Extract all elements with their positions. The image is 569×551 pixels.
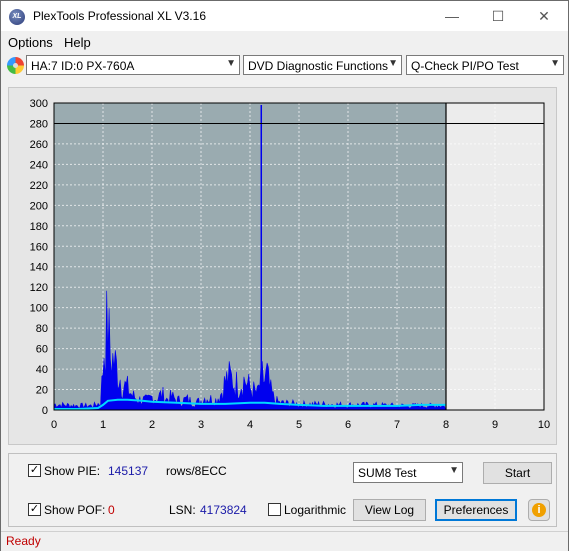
- drive-select-value: HA:7 ID:0 PX-760A: [31, 59, 135, 73]
- info-button[interactable]: i: [528, 499, 550, 521]
- y-tick-label: 0: [42, 405, 48, 417]
- disc-drive-icon: [7, 57, 24, 74]
- logarithmic-label: Logarithmic: [284, 503, 347, 517]
- x-tick-label: 6: [345, 419, 351, 431]
- test-select[interactable]: Q-Check PI/PO Test ▼: [406, 55, 564, 75]
- x-tick-label: 10: [538, 419, 550, 431]
- chart-panel: 0 20 40 60 80 100 120 140 160 180 200 220 240 260 280 3…: [8, 87, 557, 445]
- y-tick-label: 180: [30, 221, 48, 233]
- function-select[interactable]: DVD Diagnostic Functions ▼: [243, 55, 402, 75]
- x-tick-label: 5: [296, 419, 302, 431]
- y-tick-label: 140: [30, 262, 48, 274]
- pie-unit: rows/8ECC: [166, 464, 227, 478]
- test-select-value: Q-Check PI/PO Test: [411, 59, 519, 73]
- drive-select[interactable]: HA:7 ID:0 PX-760A ▼: [26, 55, 240, 75]
- start-button-label: Start: [504, 466, 531, 480]
- x-tick-label: 8: [443, 419, 449, 431]
- start-button[interactable]: Start: [483, 462, 552, 484]
- app-window: XL PlexTools Professional XL V3.16 — ☐ ✕…: [0, 0, 569, 551]
- chevron-down-icon: ▼: [550, 58, 560, 69]
- y-tick-label: 300: [30, 98, 48, 110]
- controls-panel: ✓ Show PIE: 145137 rows/8ECC SUM8 Test ▼…: [8, 453, 557, 527]
- show-pof-checkbox[interactable]: ✓: [28, 503, 41, 516]
- show-pie-checkbox[interactable]: ✓: [28, 464, 41, 477]
- chevron-down-icon: ▼: [449, 465, 459, 476]
- y-tick-label: 160: [30, 241, 48, 253]
- app-logo-icon: XL: [9, 9, 25, 25]
- pi-po-chart: 0204060801001201401601802002202402602803…: [30, 98, 550, 431]
- menu-options-label: Options: [8, 35, 53, 50]
- info-icon: i: [532, 503, 546, 517]
- y-tick-label: 240: [30, 159, 48, 171]
- view-log-button-label: View Log: [364, 503, 415, 517]
- y-tick-label: 120: [30, 282, 48, 294]
- status-text: Ready: [6, 534, 41, 548]
- x-tick-label: 9: [492, 419, 498, 431]
- sum8-test-select-value: SUM8 Test: [358, 466, 417, 480]
- lsn-value: 4173824: [200, 503, 247, 517]
- x-tick-label: 1: [100, 419, 106, 431]
- x-tick-label: 2: [149, 419, 155, 431]
- preferences-button-label: Preferences: [443, 503, 509, 517]
- function-select-value: DVD Diagnostic Functions: [248, 59, 389, 73]
- y-tick-label: 220: [30, 180, 48, 192]
- chevron-down-icon: ▼: [388, 58, 398, 69]
- logarithmic-checkbox[interactable]: [268, 503, 281, 516]
- lsn-label: LSN:: [169, 503, 196, 517]
- x-tick-label: 0: [51, 419, 57, 431]
- pof-value: 0: [108, 503, 115, 517]
- x-tick-label: 4: [247, 419, 253, 431]
- preferences-button[interactable]: Preferences: [435, 499, 517, 521]
- show-pof-label: Show POF:: [44, 503, 106, 517]
- menu-options[interactable]: Options: [8, 35, 53, 50]
- x-tick-label: 3: [198, 419, 204, 431]
- maximize-button[interactable]: ☐: [475, 1, 521, 31]
- toolbar: HA:7 ID:0 PX-760A ▼ DVD Diagnostic Funct…: [1, 53, 568, 79]
- view-log-button[interactable]: View Log: [353, 499, 426, 521]
- show-pie-label: Show PIE:: [44, 464, 101, 478]
- close-button[interactable]: ✕: [521, 1, 567, 31]
- sum8-test-select[interactable]: SUM8 Test ▼: [353, 462, 463, 483]
- pie-value: 145137: [108, 464, 149, 478]
- y-tick-label: 260: [30, 139, 48, 151]
- status-bar: Ready: [1, 531, 568, 551]
- title-bar[interactable]: XL PlexTools Professional XL V3.16 — ☐ ✕: [1, 1, 568, 31]
- y-tick-label: 200: [30, 200, 48, 212]
- menu-bar: Options Help: [1, 32, 568, 52]
- y-tick-label: 40: [36, 364, 48, 376]
- chevron-down-icon: ▼: [226, 58, 236, 69]
- x-tick-label: 7: [394, 419, 400, 431]
- y-tick-label: 280: [30, 118, 48, 130]
- y-tick-label: 60: [36, 344, 48, 356]
- minimize-button[interactable]: —: [429, 1, 475, 31]
- y-tick-label: 80: [36, 323, 48, 335]
- y-tick-label: 20: [36, 385, 48, 397]
- window-title: PlexTools Professional XL V3.16: [33, 9, 206, 23]
- y-tick-label: 100: [30, 303, 48, 315]
- menu-help-label: Help: [64, 35, 91, 50]
- menu-help[interactable]: Help: [64, 35, 91, 50]
